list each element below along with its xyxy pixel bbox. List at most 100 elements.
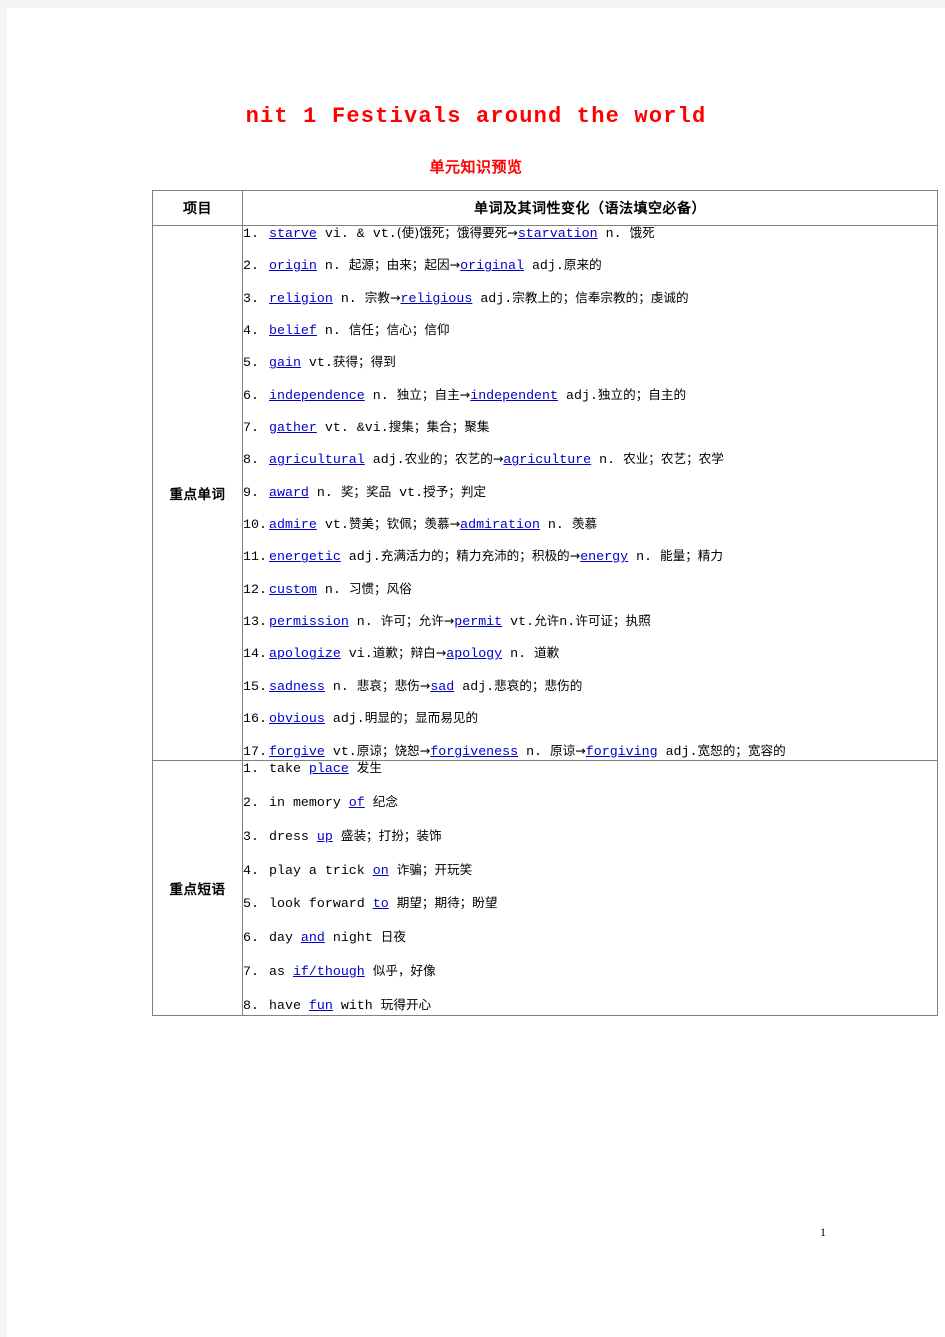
vocabulary-word[interactable]: gain	[269, 355, 301, 370]
vocabulary-word[interactable]: religion	[269, 291, 333, 306]
vocabulary-text: belief n. 信任；信心；信仰	[269, 323, 937, 338]
vocabulary-word[interactable]: origin	[269, 258, 317, 273]
vocabulary-word[interactable]: up	[317, 829, 333, 844]
part-of-speech: vt. &vi.	[316, 420, 389, 436]
phrase-number: 1.	[243, 761, 259, 777]
vocabulary-word[interactable]: if/though	[293, 964, 365, 979]
vocabulary-word[interactable]: permission	[269, 614, 349, 629]
vocabulary-word[interactable]: religious	[401, 291, 473, 306]
vocabulary-item: 9. award n. 奖；奖品 vt.授予；判定	[243, 485, 937, 500]
vocabulary-word[interactable]: custom	[269, 582, 317, 597]
vocabulary-word[interactable]: belief	[269, 323, 317, 338]
vocabulary-word[interactable]: apologize	[269, 646, 341, 661]
vocabulary-number: 7.	[243, 420, 259, 436]
vocabulary-word[interactable]: agriculture	[503, 452, 591, 467]
derivation-arrow-icon: →	[459, 386, 471, 402]
table-row-key-phrases: 重点短语 1. take place 发生 2. in memory of 纪念 3. d…	[152, 760, 938, 1016]
phrase-item: 5. look forward to 期望；期待；盼望	[243, 896, 937, 911]
phrase-text: in memory of 纪念	[269, 795, 937, 810]
vocabulary-word[interactable]: place	[309, 761, 349, 776]
chinese-gloss: (使)饿死；饿得要死	[396, 225, 508, 240]
vocabulary-text: forgive vt.原谅；饶恕→forgiveness n. 原谅→forgi…	[269, 742, 937, 759]
phrase-text: look forward to 期望；期待；盼望	[269, 896, 937, 911]
chinese-gloss: 习惯；风俗	[348, 580, 412, 596]
part-of-speech	[365, 795, 373, 810]
part-of-speech: look forward	[269, 896, 373, 912]
part-of-speech: as	[269, 963, 293, 979]
phrase-number: 8.	[243, 997, 259, 1013]
part-of-speech	[333, 829, 341, 844]
chinese-gloss: 独立；自主	[396, 386, 460, 402]
page-subtitle: 单元知识预览	[429, 158, 523, 176]
part-of-speech: vt.	[316, 517, 349, 533]
vocabulary-item: 2. origin n. 起源；由来；起因→original adj.原来的	[243, 258, 937, 273]
derivation-arrow-icon: →	[435, 645, 447, 661]
vocabulary-word[interactable]: obvious	[269, 711, 325, 726]
document-page: nit 1 Festivals around the world 单元知识预览 …	[7, 8, 945, 1337]
chinese-gloss: 能量；精力	[660, 548, 723, 564]
part-of-speech: n.	[316, 258, 349, 274]
phrase-item: 2. in memory of 纪念	[243, 795, 937, 810]
vocabulary-word[interactable]: admiration	[460, 517, 540, 532]
vocabulary-word[interactable]: of	[349, 795, 365, 810]
part-of-speech: have	[269, 997, 309, 1013]
vocabulary-item: 14. apologize vi.道歉；辩白→apology n. 道歉	[243, 646, 937, 661]
chinese-gloss: 玩得开心	[380, 996, 432, 1012]
phrase-list: 1. take place 发生 2. in memory of 纪念 3. dress …	[243, 761, 937, 1012]
vocabulary-number: 1.	[243, 226, 259, 241]
vocabulary-word[interactable]: original	[460, 258, 524, 273]
chinese-gloss: 诈骗；开玩笑	[396, 861, 473, 877]
vocabulary-number: 9.	[243, 484, 259, 500]
chinese-gloss: 原谅；饶恕	[356, 742, 420, 758]
vocabulary-word[interactable]: and	[301, 930, 325, 945]
vocabulary-text: admire vt.赞美；钦佩；羡慕→admiration n. 羡慕	[269, 517, 937, 532]
vocabulary-item: 1. starve vi. & vt.(使)饿死；饿得要死→starvation …	[243, 226, 937, 241]
vocabulary-word[interactable]: on	[373, 863, 389, 878]
vocabulary-item: 17. forgive vt.原谅；饶恕→forgiveness n. 原谅→fo…	[243, 742, 937, 759]
vocabulary-text: gather vt. &vi.搜集；集合；聚集	[269, 420, 937, 435]
part-of-speech: n.	[597, 226, 630, 241]
part-of-speech: play a trick	[269, 862, 373, 878]
vocabulary-item: 6. independence n. 独立；自主→independent adj.…	[243, 388, 937, 403]
vocabulary-word[interactable]: agricultural	[269, 452, 365, 467]
vocabulary-word[interactable]: fun	[309, 998, 333, 1013]
chinese-gloss: 获得；得到	[332, 354, 396, 370]
part-of-speech: vi. & vt.	[316, 226, 397, 241]
chinese-gloss: 悲哀；悲伤	[356, 677, 420, 693]
vocabulary-word[interactable]: gather	[269, 420, 317, 435]
chinese-gloss: 明显的；显而易见的	[364, 710, 479, 726]
part-of-speech: dress	[269, 828, 317, 844]
vocabulary-word[interactable]: award	[269, 485, 309, 500]
vocabulary-word[interactable]: permit	[454, 614, 502, 629]
vocabulary-item: 15. sadness n. 悲哀；悲伤→sad adj.悲哀的；悲伤的	[243, 679, 937, 694]
vocabulary-item: 3. religion n. 宗教→religious adj.宗教上的；信奉宗教…	[243, 291, 937, 306]
vocabulary-word[interactable]: independence	[269, 388, 365, 403]
part-of-speech: adj.	[324, 711, 365, 727]
derivation-arrow-icon: →	[449, 516, 461, 532]
vocabulary-word[interactable]: forgiveness	[430, 744, 518, 759]
vocabulary-item: 13. permission n. 许可；允许→permit vt.允许n.许可证…	[243, 614, 937, 629]
chinese-gloss: 原谅	[550, 742, 576, 758]
derivation-arrow-icon: →	[443, 613, 455, 629]
vocabulary-word[interactable]: independent	[470, 388, 558, 403]
vocabulary-word[interactable]: apology	[446, 646, 502, 661]
vocabulary-word[interactable]: sadness	[269, 679, 325, 694]
vocabulary-text: gain vt.获得；得到	[269, 355, 937, 370]
part-of-speech	[365, 964, 373, 979]
vocabulary-word[interactable]: starvation	[518, 226, 598, 241]
derivation-arrow-icon: →	[389, 289, 401, 305]
vocabulary-word[interactable]: energy	[580, 549, 628, 564]
chinese-gloss: 原来的	[563, 257, 602, 273]
vocabulary-word[interactable]: starve	[269, 226, 317, 241]
vocabulary-word[interactable]: energetic	[269, 549, 341, 564]
vocabulary-word[interactable]: admire	[269, 517, 317, 532]
part-of-speech	[389, 863, 397, 878]
part-of-speech: vt.	[324, 743, 357, 759]
phrase-number: 3.	[243, 828, 259, 844]
vocabulary-word[interactable]: sad	[430, 679, 454, 694]
vocabulary-word[interactable]: forgiving	[586, 744, 658, 759]
chinese-gloss: 宗教上的；信奉宗教的；虔诚的	[512, 289, 689, 305]
vocabulary-word[interactable]: forgive	[269, 744, 325, 759]
chinese-gloss: 许可证；执照	[575, 613, 651, 629]
vocabulary-word[interactable]: to	[373, 896, 389, 911]
